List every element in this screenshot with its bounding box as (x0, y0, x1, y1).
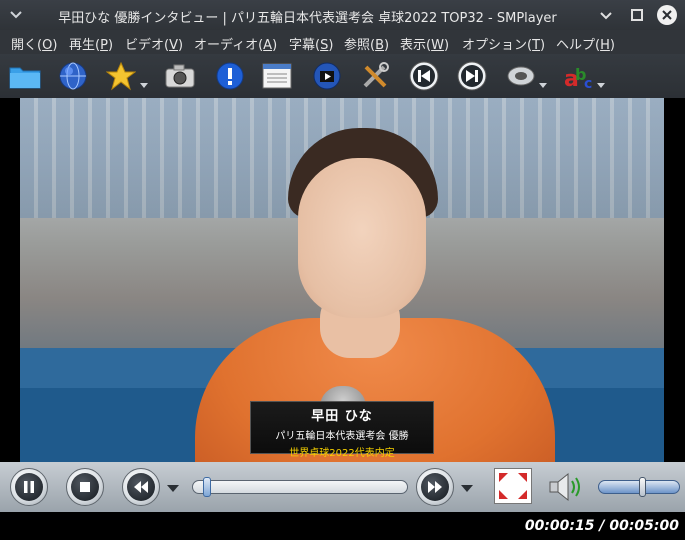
menu-play-label: 再生 (69, 38, 96, 53)
rewind-icon (134, 481, 148, 493)
playlist-icon (262, 63, 292, 89)
next-button[interactable] (455, 59, 489, 93)
rewind-dropdown-arrow[interactable] (167, 485, 179, 492)
audio-track-button[interactable] (504, 59, 538, 93)
video-area[interactable]: 早田 ひな パリ五輪日本代表選考会 優勝 世界卓球2022代表内定 (0, 98, 685, 462)
window-menu-icon[interactable] (9, 8, 23, 22)
fullscreen-button[interactable] (494, 468, 532, 504)
menu-play[interactable]: 再生(P) (69, 34, 113, 53)
menu-open-key: O (42, 38, 53, 53)
subtitle-icon: a b c (564, 65, 592, 92)
menu-audio-label: オーディオ (194, 38, 259, 53)
control-bar (0, 462, 685, 512)
seek-bar[interactable] (192, 477, 408, 497)
menu-subtitles[interactable]: 字幕(S) (289, 34, 333, 53)
menu-options-label: オプション (462, 38, 528, 53)
forward-dropdown-arrow[interactable] (461, 485, 473, 492)
tools-icon (363, 62, 389, 88)
status-bar: 00:00:15 / 00:05:00 (0, 512, 685, 540)
video-caption: 早田 ひな パリ五輪日本代表選考会 優勝 世界卓球2022代表内定 (250, 401, 434, 459)
pause-icon (24, 481, 34, 493)
caption-line2: 世界卓球2022代表内定 (289, 448, 395, 459)
menu-subtitles-label: 字幕 (289, 38, 316, 53)
menu-options-key: T (532, 38, 541, 53)
maximize-icon[interactable] (627, 5, 647, 25)
menu-open-label: 開く (11, 38, 38, 53)
favorites-dropdown-arrow[interactable] (140, 83, 148, 88)
favorites-button[interactable] (104, 59, 138, 93)
video-person-face (298, 158, 426, 318)
pause-button[interactable] (10, 468, 48, 506)
mute-button[interactable] (546, 470, 586, 504)
window-title: 早田ひな 優勝インタビュー | パリ五輪日本代表選考会 卓球2022 TOP32… (58, 11, 557, 26)
caption-name: 早田 ひな (311, 409, 373, 424)
menu-bar: 開く(O) 再生(P) ビデオ(V) オーディオ(A) 字幕(S) 参照(B) … (0, 30, 685, 54)
menu-browse-key: B (375, 38, 385, 53)
menu-view-key: W (431, 38, 444, 53)
rewind-button[interactable] (122, 468, 160, 506)
menu-browse-label: 参照 (344, 38, 371, 53)
menu-help[interactable]: ヘルプ(H) (556, 34, 615, 53)
time-display: 00:00:15 / 00:05:00 (524, 518, 679, 534)
menu-play-key: P (100, 38, 108, 53)
menu-view[interactable]: 表示(W) (400, 34, 449, 53)
speaker-icon (549, 472, 580, 502)
video-equalizer-icon (313, 62, 341, 90)
seek-handle[interactable] (203, 477, 211, 497)
menu-view-label: 表示 (400, 38, 427, 53)
folder-icon (9, 67, 41, 89)
caption-line1: パリ五輪日本代表選考会 優勝 (275, 431, 409, 442)
info-icon (216, 62, 244, 90)
menu-open[interactable]: 開く(O) (11, 34, 57, 53)
fullscreen-icon (499, 473, 527, 499)
menu-audio-key: A (263, 38, 273, 53)
title-bar: 早田ひな 優勝インタビュー | パリ五輪日本代表選考会 卓球2022 TOP32… (0, 0, 685, 30)
toolbar: a b c (0, 54, 685, 98)
previous-icon (409, 61, 439, 91)
menu-help-label: ヘルプ (556, 38, 596, 53)
audio-dropdown-arrow[interactable] (539, 83, 547, 88)
camera-icon (165, 64, 195, 88)
preferences-button[interactable] (358, 59, 392, 93)
menu-audio[interactable]: オーディオ(A) (194, 34, 277, 53)
star-icon (106, 61, 136, 91)
video-frame[interactable]: 早田 ひな パリ五輪日本代表選考会 優勝 世界卓球2022代表内定 (20, 98, 664, 462)
forward-icon (428, 481, 442, 493)
audio-icon (507, 66, 535, 86)
menu-video[interactable]: ビデオ(V) (125, 34, 183, 53)
menu-browse[interactable]: 参照(B) (344, 34, 389, 53)
subtitle-button[interactable]: a b c (562, 59, 596, 93)
open-file-button[interactable] (8, 59, 42, 93)
screenshot-button[interactable] (163, 59, 197, 93)
volume-handle[interactable] (639, 477, 646, 497)
minimize-icon[interactable] (596, 5, 616, 25)
info-button[interactable] (213, 59, 247, 93)
volume-slider[interactable] (598, 477, 680, 497)
video-equalizer-button[interactable] (310, 59, 344, 93)
previous-button[interactable] (407, 59, 441, 93)
menu-help-key: H (600, 38, 610, 53)
stop-button[interactable] (66, 468, 104, 506)
menu-video-key: V (169, 38, 178, 53)
svg-text:c: c (584, 76, 592, 92)
playlist-button[interactable] (260, 59, 294, 93)
close-icon[interactable] (657, 5, 677, 25)
open-url-button[interactable] (56, 59, 90, 93)
subtitle-dropdown-arrow[interactable] (597, 83, 605, 88)
menu-video-label: ビデオ (125, 38, 165, 53)
forward-button[interactable] (416, 468, 454, 506)
stop-icon (80, 482, 90, 492)
menu-options[interactable]: オプション(T) (462, 34, 545, 53)
menu-subtitles-key: S (320, 38, 329, 53)
next-icon (457, 61, 487, 91)
globe-icon (59, 62, 87, 90)
